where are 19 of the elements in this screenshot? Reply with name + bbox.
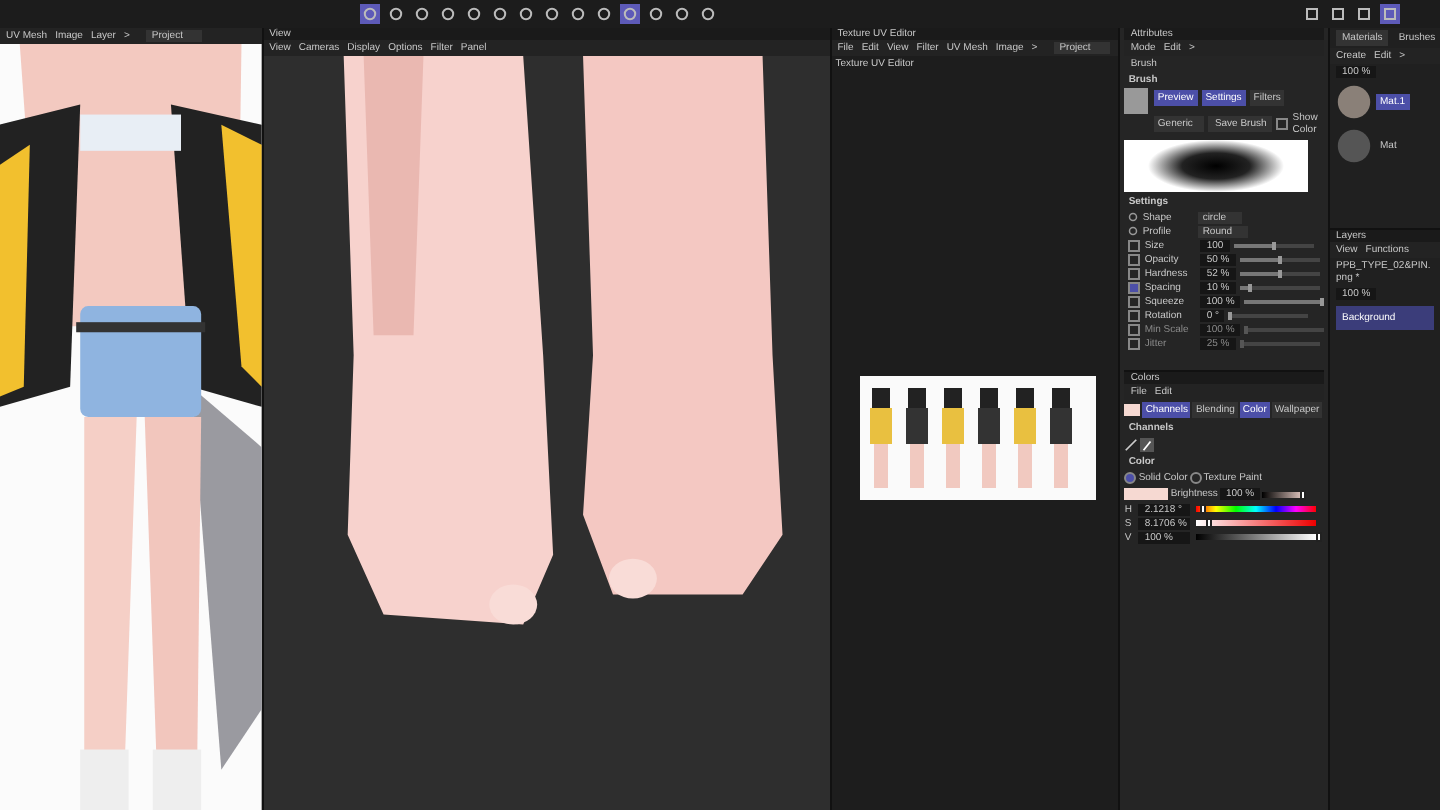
color-slider[interactable]: [1196, 520, 1317, 526]
brush-swatch[interactable]: [1124, 88, 1148, 114]
brush-icon[interactable]: [1140, 438, 1155, 452]
brightness-slider[interactable]: [1262, 491, 1307, 497]
checkbox[interactable]: [1128, 295, 1141, 307]
pencil-icon[interactable]: [1124, 438, 1139, 452]
color-swatch[interactable]: [1124, 404, 1141, 416]
color-preview: [1124, 488, 1169, 500]
radio-button[interactable]: [1124, 472, 1137, 484]
radio-button[interactable]: [1189, 472, 1202, 484]
checkbox[interactable]: [1128, 267, 1141, 279]
checkbox[interactable]: [1128, 253, 1141, 265]
checkbox[interactable]: [1276, 118, 1289, 130]
color-slider[interactable]: [1196, 506, 1317, 512]
checkbox[interactable]: [1128, 281, 1141, 293]
checkbox[interactable]: [1128, 239, 1141, 251]
color-slider[interactable]: [1196, 534, 1317, 540]
material-sphere-icon[interactable]: [1336, 84, 1373, 120]
checkbox[interactable]: [1128, 309, 1141, 321]
